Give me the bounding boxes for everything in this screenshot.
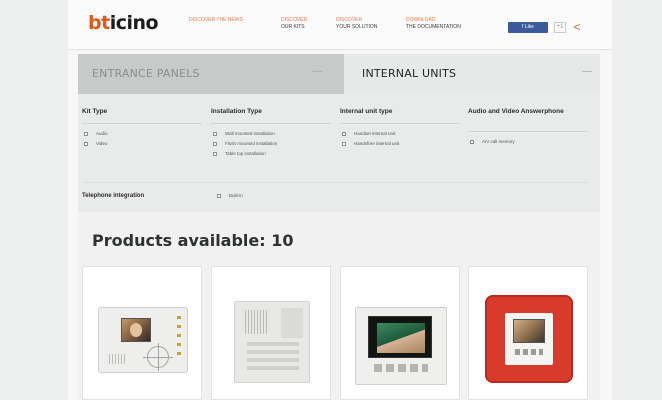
nav-download-docs[interactable]: Download the documentation <box>406 17 461 31</box>
nav-line1: Discover the news <box>189 17 243 23</box>
collapse-icon[interactable]: — <box>582 66 592 77</box>
nav-discover-news[interactable]: Discover the news <box>189 17 243 24</box>
site-header: bticino Discover the news Discover our k… <box>68 0 612 50</box>
tab-label: INTERNAL UNITS <box>362 67 457 80</box>
nav-line2: the documentation <box>406 24 461 30</box>
product-image-grey-audio-handset <box>234 301 310 383</box>
filter-title: Internal unit type <box>340 108 460 124</box>
option-label: A/V call memory <box>482 139 515 144</box>
filter-title: Installation Type <box>211 108 331 124</box>
nav-line1: Discover <box>336 17 363 23</box>
checkbox[interactable] <box>84 132 88 136</box>
filter-title: Audio and Video Answerphone <box>468 108 588 132</box>
filter-kit-type: Kit Type Audio Video <box>82 108 202 148</box>
option-label: Handset internal unit <box>354 131 396 136</box>
nav-discover-solution[interactable]: Discover your solution <box>336 17 377 31</box>
checkbox[interactable] <box>213 152 217 156</box>
google-plus-button[interactable]: +1 <box>554 22 566 33</box>
option-label: Built-in <box>229 193 243 198</box>
checkbox[interactable] <box>84 142 88 146</box>
product-image-video-handset <box>355 307 447 385</box>
filter-option[interactable]: A/V call memory <box>468 138 588 146</box>
checkbox[interactable] <box>342 132 346 136</box>
option-label: Table top installation <box>225 151 266 156</box>
filter-option[interactable]: Table top installation <box>211 150 331 158</box>
checkbox[interactable] <box>217 194 221 198</box>
tab-entrance-panels[interactable]: ENTRANCE PANELS — <box>78 54 344 94</box>
option-label: Wall mounted installation <box>225 131 275 136</box>
option-label: Audio <box>96 131 108 136</box>
nav-line2: our kits <box>281 24 305 30</box>
filter-title: Kit Type <box>82 108 202 124</box>
screen <box>121 318 151 342</box>
screen <box>377 323 425 353</box>
filter-option[interactable]: Handsfree internal unit <box>340 140 460 148</box>
option-label: Handsfree internal unit <box>354 141 400 146</box>
filter-title: Telephone integration <box>82 193 145 199</box>
checkbox[interactable] <box>213 132 217 136</box>
nav-discover-kits[interactable]: Discover our kits <box>281 17 307 31</box>
logo-rest: icino <box>109 12 159 34</box>
option-label: Flush mounted installation <box>225 141 278 146</box>
page: bticino Discover the news Discover our k… <box>68 0 612 400</box>
product-image-red-video-unit <box>485 295 573 383</box>
collapse-icon[interactable]: — <box>312 66 322 77</box>
product-card[interactable] <box>340 266 460 400</box>
filter-area: Kit Type Audio Video Installation Type W… <box>78 94 600 212</box>
filter-telephone-integration: Telephone integration Built-in <box>82 182 588 204</box>
screen <box>513 319 545 343</box>
filter-internal-unit-type: Internal unit type Handset internal unit… <box>340 108 460 148</box>
bticino-logo[interactable]: bticino <box>88 12 159 34</box>
option-label: Video <box>96 141 108 146</box>
checkbox[interactable] <box>470 140 474 144</box>
product-card[interactable] <box>82 266 202 400</box>
tab-internal-units[interactable]: INTERNAL UNITS — <box>344 54 600 94</box>
nav-line1: Download <box>406 17 436 23</box>
facebook-like-button[interactable]: f Like <box>508 22 548 33</box>
filter-option[interactable]: Flush mounted installation <box>211 140 331 148</box>
product-finder-panel: ENTRANCE PANELS — INTERNAL UNITS — Kit T… <box>78 54 600 400</box>
filter-option[interactable]: Video <box>82 140 202 148</box>
share-icon[interactable]: < <box>571 20 583 34</box>
nav-line1: Discover <box>281 17 308 23</box>
product-card[interactable] <box>211 266 331 400</box>
product-image-white-video-handset <box>98 307 188 373</box>
nav-line2: your solution <box>336 24 378 30</box>
checkbox[interactable] <box>213 142 217 146</box>
filter-option[interactable]: Audio <box>82 130 202 138</box>
products-heading: Products available: 10 <box>92 231 294 250</box>
filter-installation-type: Installation Type Wall mounted installat… <box>211 108 331 158</box>
filter-option[interactable]: Handset internal unit <box>340 130 460 138</box>
filter-option[interactable]: Wall mounted installation <box>211 130 331 138</box>
product-card[interactable] <box>468 266 588 400</box>
logo-accent: bt <box>88 12 110 34</box>
checkbox[interactable] <box>342 142 346 146</box>
filter-answerphone: Audio and Video Answerphone A/V call mem… <box>468 108 588 146</box>
filter-option[interactable]: Built-in <box>215 192 243 200</box>
tab-label: ENTRANCE PANELS <box>92 67 200 80</box>
